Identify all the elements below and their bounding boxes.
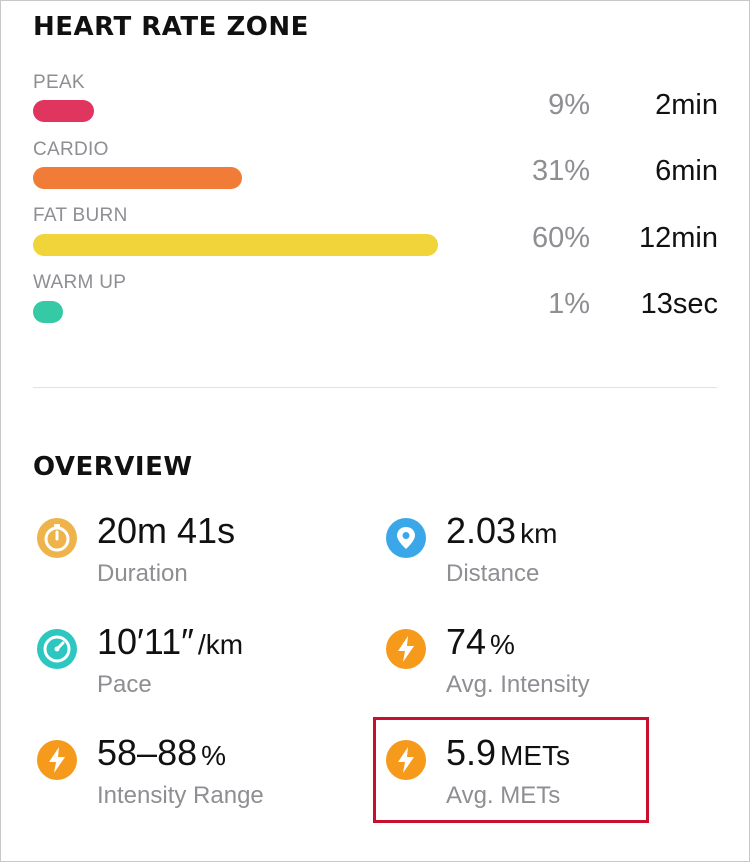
- lightning-icon: [37, 740, 77, 780]
- stat-pace: 10′11″/km Pace: [37, 621, 357, 711]
- lightning-icon: [386, 629, 426, 669]
- zone-percent: 9%: [548, 89, 590, 121]
- stat-value: 10′11″/km: [97, 621, 244, 662]
- zone-percent: 60%: [531, 222, 590, 254]
- zone-time: 6min: [655, 155, 718, 187]
- stat-unit: km: [520, 518, 558, 549]
- location-pin-icon: [386, 518, 426, 558]
- stat-label: Pace: [97, 671, 152, 698]
- zone-percent: 1%: [548, 288, 590, 320]
- zone-time: 12min: [639, 222, 718, 254]
- highlight-box: [373, 717, 649, 823]
- zone-label: PEAK: [33, 72, 85, 93]
- stat-avg-intensity: 74% Avg. Intensity: [386, 621, 706, 711]
- stat-value: 58–88%: [97, 732, 227, 773]
- stat-unit: %: [490, 629, 515, 660]
- stat-value: 74%: [446, 621, 515, 662]
- stat-value: 20m 41s: [97, 510, 236, 551]
- stat-label: Distance: [446, 560, 540, 587]
- stat-label: Avg. Intensity: [446, 671, 590, 698]
- stat-label: Duration: [97, 560, 188, 587]
- heart-rate-zone-title: HEART RATE ZONE: [33, 12, 309, 42]
- zone-bar-cardio: [33, 167, 242, 189]
- stat-value: 2.03 km: [446, 510, 558, 551]
- zone-time: 2min: [655, 89, 718, 121]
- section-divider: [33, 387, 717, 388]
- zone-bar-peak: [33, 100, 94, 122]
- stat-duration: 20m 41s Duration: [37, 510, 357, 600]
- stat-unit: %: [201, 740, 227, 771]
- overview-title: OVERVIEW: [33, 452, 193, 482]
- zone-bar-warm-up: [33, 301, 63, 323]
- stat-label: Intensity Range: [97, 782, 264, 809]
- timer-icon: [37, 518, 77, 558]
- stat-distance: 2.03 km Distance: [386, 510, 706, 600]
- stat-unit: /km: [197, 629, 244, 660]
- zone-percent: 31%: [531, 155, 590, 187]
- zone-time: 13sec: [640, 288, 718, 320]
- zone-bar-fat-burn: [33, 234, 438, 256]
- zone-label: FAT BURN: [33, 205, 128, 226]
- stat-intensity-range: 58–88% Intensity Range: [37, 732, 357, 822]
- speedometer-icon: [37, 629, 77, 669]
- zone-label: CARDIO: [33, 139, 109, 160]
- zone-label: WARM UP: [33, 272, 127, 293]
